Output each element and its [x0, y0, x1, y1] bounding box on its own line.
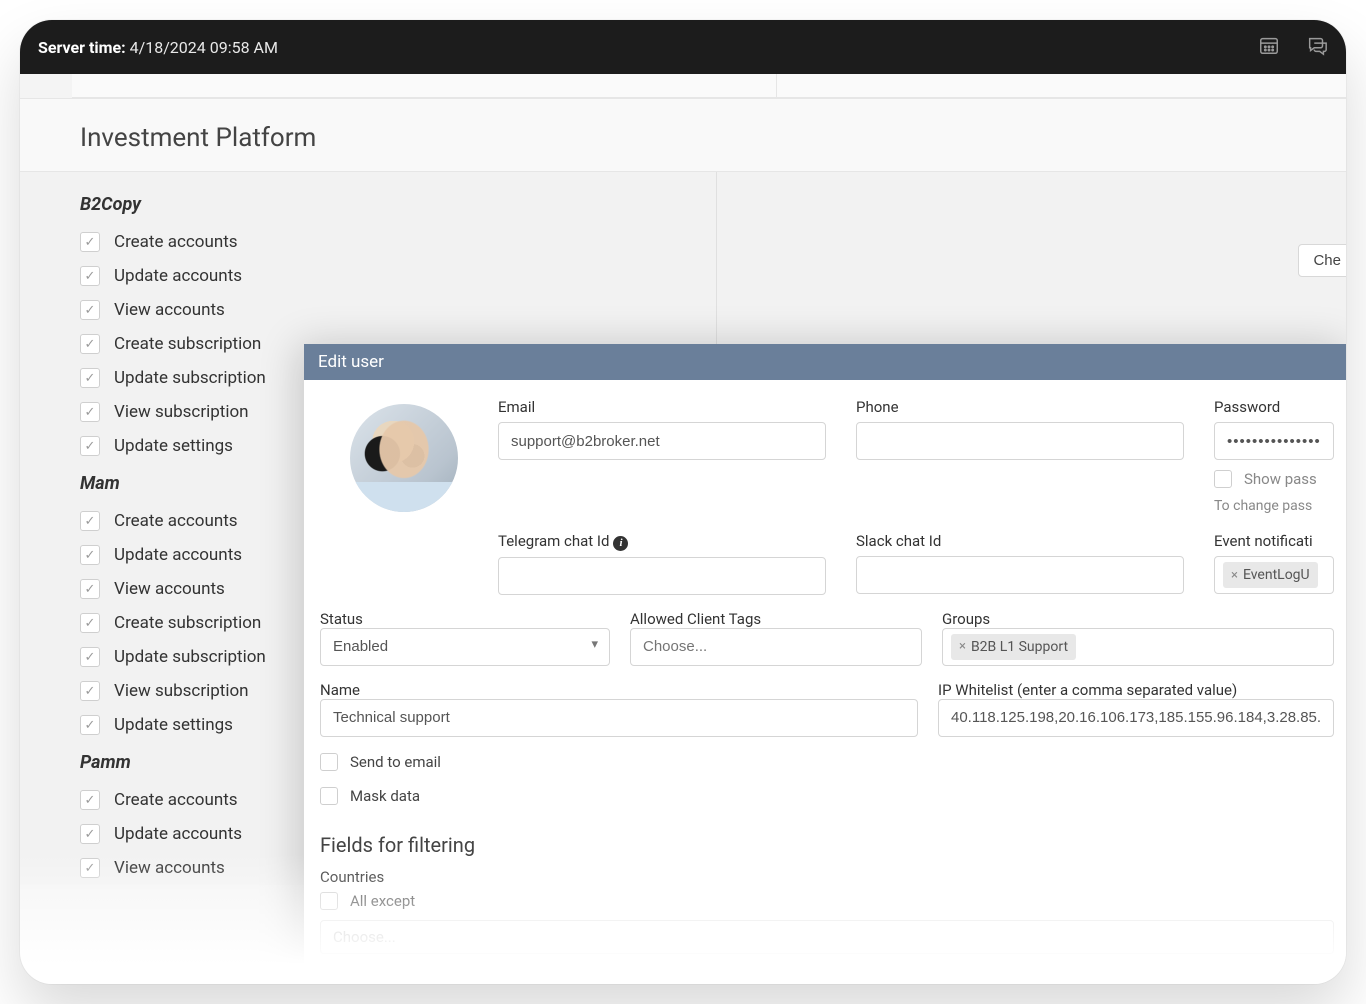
telegram-field[interactable] — [498, 557, 826, 595]
checkbox[interactable]: ✓ — [80, 858, 100, 878]
email-field[interactable] — [498, 422, 826, 460]
all-except-label: All except — [350, 892, 415, 910]
checkbox[interactable]: ✓ — [80, 511, 100, 531]
perm-label: Create accounts — [114, 511, 238, 531]
perm-label: Update subscription — [114, 368, 266, 388]
email-label: Email — [498, 398, 826, 416]
name-field[interactable] — [320, 699, 918, 737]
tags-field[interactable] — [630, 628, 922, 666]
send-email-checkbox[interactable] — [320, 753, 338, 771]
perm-label: View subscription — [114, 402, 249, 422]
checkbox[interactable]: ✓ — [80, 824, 100, 844]
tags-label: Allowed Client Tags — [630, 610, 761, 628]
perm-label: Create accounts — [114, 790, 238, 810]
avatar[interactable] — [350, 404, 458, 512]
perm-label: View accounts — [114, 579, 225, 599]
phone-field[interactable] — [856, 422, 1184, 460]
checkbox[interactable]: ✓ — [80, 436, 100, 456]
perm-label: Update accounts — [114, 824, 242, 844]
mask-data-checkbox[interactable] — [320, 787, 338, 805]
status-label: Status — [320, 610, 363, 628]
perm-label: Update accounts — [114, 266, 242, 286]
remove-icon[interactable]: × — [959, 639, 966, 654]
name-label: Name — [320, 681, 360, 699]
server-time-label: Server time: — [38, 38, 126, 57]
checkbox[interactable]: ✓ — [80, 715, 100, 735]
phone-label: Phone — [856, 398, 1184, 416]
perm-label: View accounts — [114, 300, 225, 320]
checkbox[interactable]: ✓ — [80, 334, 100, 354]
checkbox[interactable]: ✓ — [80, 402, 100, 422]
perm-label: Create accounts — [114, 232, 238, 252]
chat-icon[interactable] — [1306, 34, 1328, 60]
send-email-label: Send to email — [350, 753, 441, 771]
remove-icon[interactable]: × — [1231, 568, 1238, 583]
calendar-icon[interactable] — [1258, 34, 1280, 60]
checkbox[interactable]: ✓ — [80, 368, 100, 388]
checkbox[interactable]: ✓ — [80, 613, 100, 633]
checkbox[interactable]: ✓ — [80, 681, 100, 701]
checkbox[interactable]: ✓ — [80, 790, 100, 810]
perm-label: Update settings — [114, 715, 233, 735]
ip-whitelist-field[interactable] — [938, 699, 1334, 737]
telegram-label: Telegram chat Idi — [498, 532, 826, 551]
checkbox[interactable]: ✓ — [80, 300, 100, 320]
password-label: Password — [1214, 398, 1334, 416]
perm-label: View accounts — [114, 858, 225, 878]
change-password-hint: To change pass — [1214, 498, 1334, 514]
header-bar: Server time: 4/18/2024 09:58 AM — [20, 20, 1346, 74]
page-title: Investment Platform — [20, 98, 1346, 171]
groups-field[interactable]: ×B2B L1 Support — [942, 628, 1334, 666]
password-field[interactable] — [1214, 422, 1334, 460]
perm-group-b2copy: B2Copy — [80, 194, 1346, 215]
status-select[interactable]: Enabled — [320, 628, 610, 666]
ip-label: IP Whitelist (enter a comma separated va… — [938, 681, 1237, 699]
groups-label: Groups — [942, 610, 990, 628]
perm-label: Create subscription — [114, 613, 261, 633]
group-pill[interactable]: ×B2B L1 Support — [951, 634, 1076, 660]
countries-label: Countries — [320, 868, 384, 886]
show-password-checkbox[interactable] — [1214, 470, 1232, 488]
perm-label: Update accounts — [114, 545, 242, 565]
checkbox[interactable]: ✓ — [80, 579, 100, 599]
info-icon[interactable]: i — [613, 536, 628, 551]
mask-data-label: Mask data — [350, 787, 420, 805]
show-password-label: Show pass — [1244, 470, 1317, 488]
modal-title: Edit user — [304, 344, 1346, 380]
slack-label: Slack chat Id — [856, 532, 1184, 550]
checkbox[interactable]: ✓ — [80, 266, 100, 286]
perm-label: Update settings — [114, 436, 233, 456]
slack-field[interactable] — [856, 556, 1184, 594]
perm-label: Create subscription — [114, 334, 261, 354]
event-label: Event notificati — [1214, 532, 1334, 550]
checkbox[interactable]: ✓ — [80, 647, 100, 667]
perm-label: Update subscription — [114, 647, 266, 667]
edit-user-modal: Edit user Email Phone Password — [304, 344, 1346, 984]
server-time-value: 4/18/2024 09:58 AM — [130, 38, 278, 57]
checkbox[interactable]: ✓ — [80, 545, 100, 565]
event-notif-field[interactable]: ×EventLogU — [1214, 556, 1334, 594]
checkbox[interactable]: ✓ — [80, 232, 100, 252]
event-pill[interactable]: ×EventLogU — [1223, 562, 1318, 588]
perm-label: View subscription — [114, 681, 249, 701]
countries-select[interactable]: Choose... — [320, 920, 1334, 954]
filtering-heading: Fields for filtering — [304, 805, 1346, 863]
check-button[interactable]: Che — [1298, 244, 1346, 277]
all-except-checkbox[interactable] — [320, 892, 338, 910]
